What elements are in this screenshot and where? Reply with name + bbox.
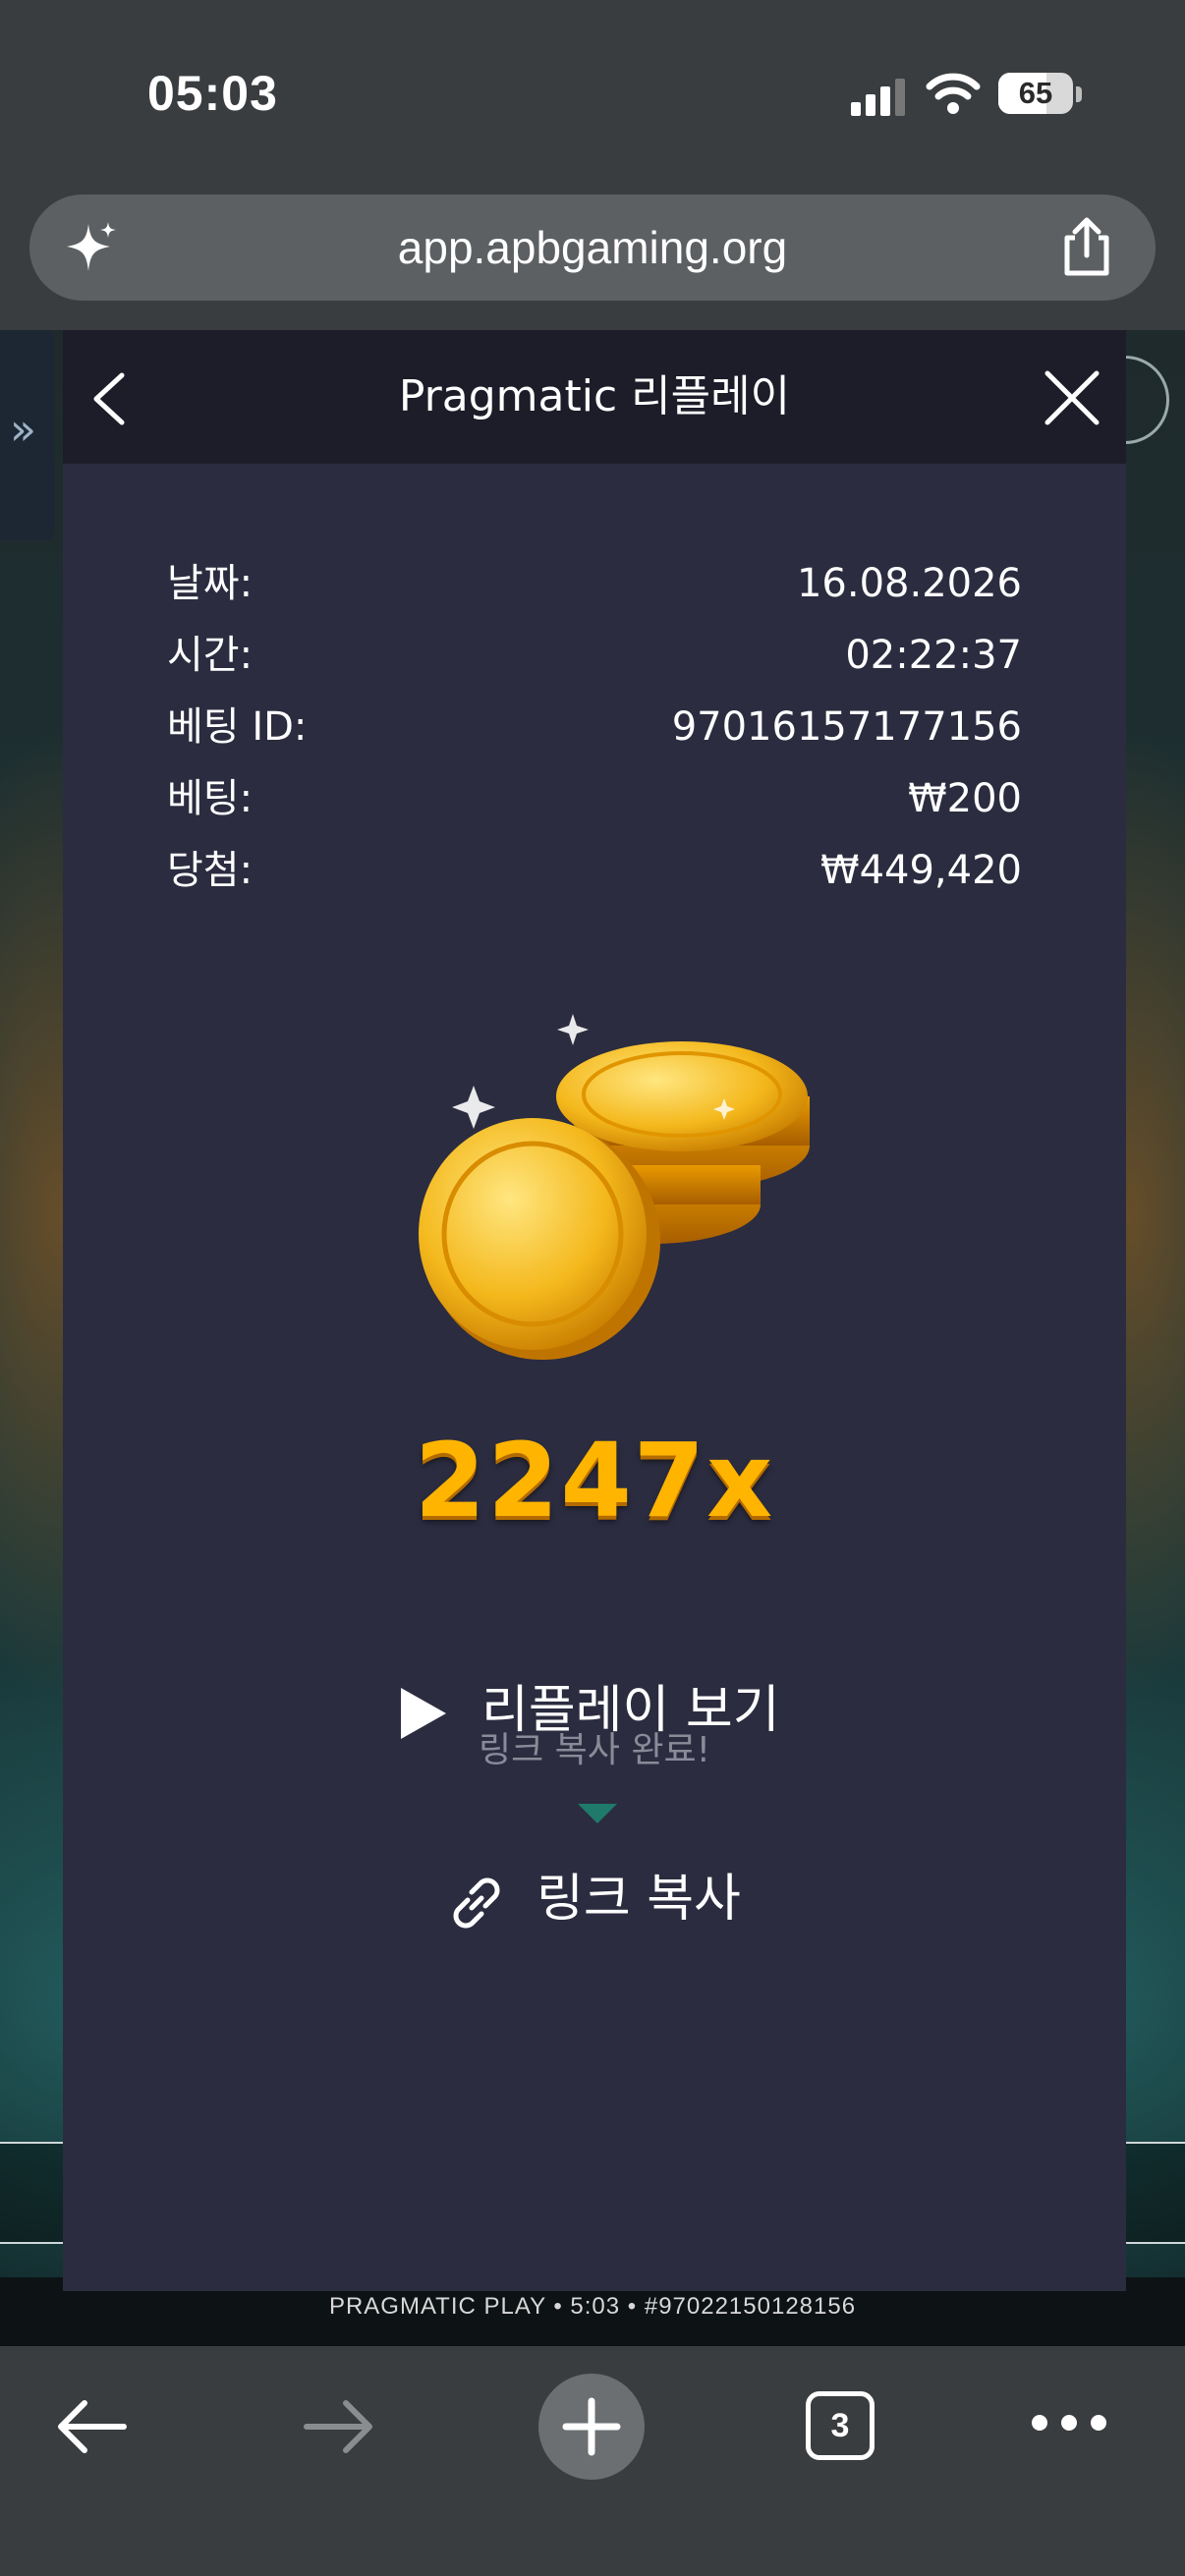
detail-label: 날짜: xyxy=(167,561,254,606)
back-arrow-icon[interactable] xyxy=(55,2397,130,2456)
side-panel-toggle[interactable]: » xyxy=(0,330,55,540)
more-dots-icon[interactable] xyxy=(1032,2415,1106,2435)
game-footer-info: PRAGMATIC PLAY • 5:03 • #97022150128156 xyxy=(328,2293,857,2320)
replay-modal: Pragmatic 리플레이 날짜: 16.08.2026 시간: 02:22:… xyxy=(63,330,1126,2291)
detail-row-bet-id: 베팅 ID: 97016157177156 xyxy=(167,692,1022,763)
detail-label: 베팅: xyxy=(167,776,254,821)
close-icon[interactable] xyxy=(1042,367,1102,428)
new-tab-button[interactable] xyxy=(538,2374,645,2480)
copy-link-label: 링크 복사 xyxy=(536,1870,741,1929)
link-icon xyxy=(453,1877,500,1929)
detail-value: 97016157177156 xyxy=(671,704,1022,750)
detail-row-date: 날짜: 16.08.2026 xyxy=(167,548,1022,620)
battery-icon: 65 xyxy=(998,73,1073,114)
address-bar[interactable]: app.apbgaming.org xyxy=(29,195,1156,301)
modal-header: Pragmatic 리플레이 xyxy=(63,330,1126,464)
detail-row-bet: 베팅: ₩200 xyxy=(167,763,1022,835)
detail-value: ₩200 xyxy=(908,776,1022,821)
cellular-signal-icon xyxy=(851,77,906,116)
toast-pointer xyxy=(578,1804,617,1823)
detail-value: ₩449,420 xyxy=(820,848,1022,893)
detail-label: 시간: xyxy=(167,633,254,678)
forward-arrow-icon[interactable] xyxy=(301,2397,375,2456)
detail-label: 베팅 ID: xyxy=(167,704,308,750)
browser-toolbar: 3 xyxy=(0,2346,1185,2576)
bet-details: 날짜: 16.08.2026 시간: 02:22:37 베팅 ID: 97016… xyxy=(167,548,1022,907)
wifi-icon xyxy=(926,73,981,114)
copy-link-button[interactable]: 링크 복사 xyxy=(448,1855,802,1943)
link-copied-toast: 링크 복사 완료! xyxy=(478,1730,711,1770)
detail-label: 당첨: xyxy=(167,848,254,893)
modal-title: Pragmatic 리플레이 xyxy=(398,371,791,421)
url-text[interactable]: app.apbgaming.org xyxy=(29,195,1156,301)
detail-value: 16.08.2026 xyxy=(796,561,1022,606)
detail-row-time: 시간: 02:22:37 xyxy=(167,620,1022,692)
status-time: 05:03 xyxy=(147,66,278,121)
gold-coins-icon xyxy=(419,1014,810,1360)
battery-percent: 65 xyxy=(1018,76,1053,110)
detail-row-win: 당첨: ₩449,420 xyxy=(167,835,1022,907)
double-chevron-right-icon: » xyxy=(10,405,36,455)
detail-value: 02:22:37 xyxy=(845,633,1022,678)
status-bar: 05:03 65 app.apbgaming.org xyxy=(0,0,1185,301)
share-icon[interactable] xyxy=(1057,216,1116,277)
plus-icon xyxy=(562,2397,621,2456)
tabs-count-button[interactable]: 3 xyxy=(806,2391,875,2460)
battery-cap xyxy=(1076,86,1082,102)
win-multiplier: 2247x xyxy=(414,1421,775,1540)
